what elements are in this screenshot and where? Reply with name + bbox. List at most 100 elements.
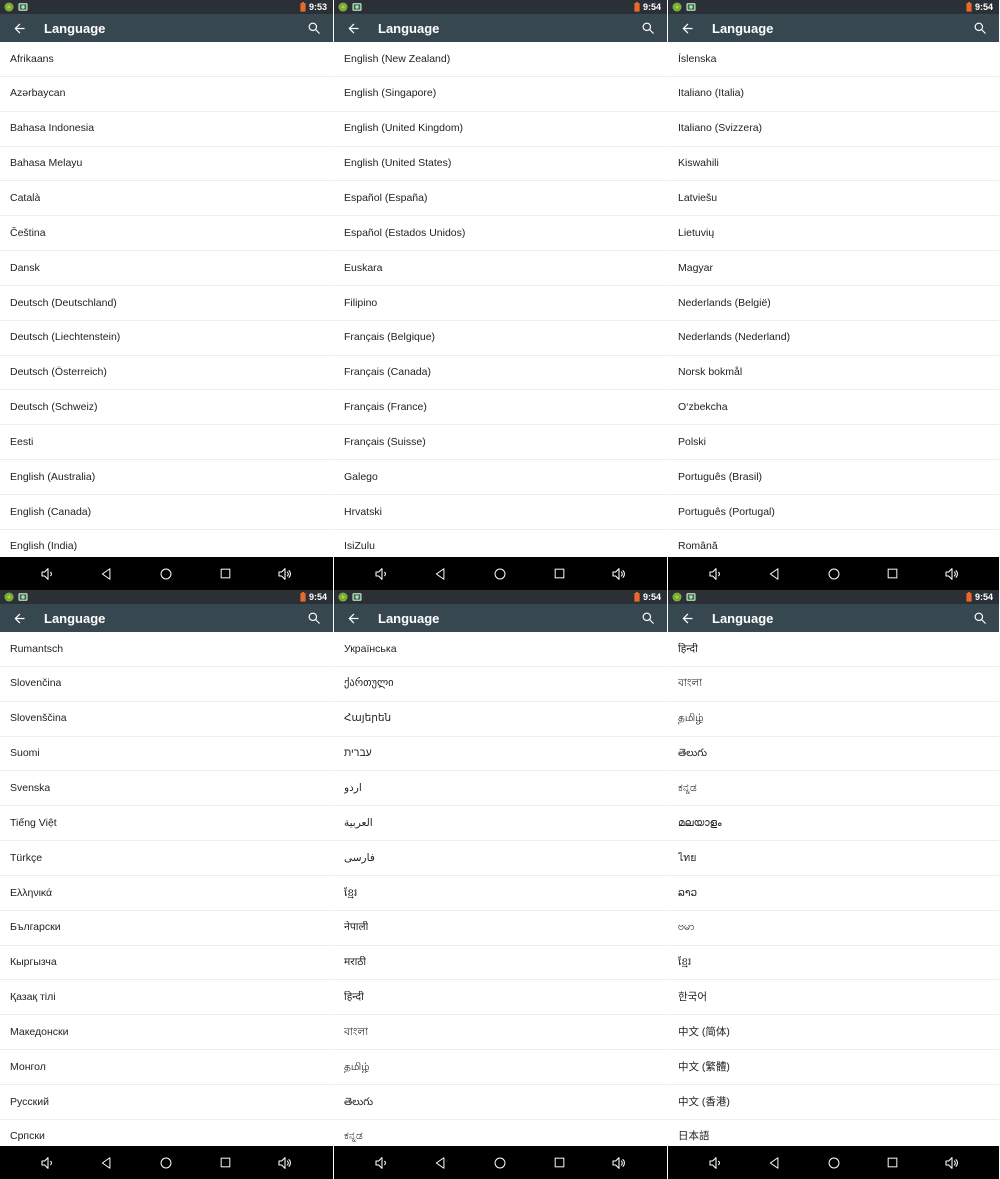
list-item[interactable]: Português (Portugal) bbox=[668, 494, 999, 530]
list-item[interactable]: हिन्दी bbox=[668, 632, 999, 667]
volume-up-button[interactable] bbox=[939, 1150, 965, 1176]
volume-down-button[interactable] bbox=[35, 1150, 61, 1176]
search-button[interactable] bbox=[305, 609, 323, 627]
list-item[interactable]: Монгол bbox=[0, 1050, 333, 1085]
back-button[interactable] bbox=[10, 19, 28, 37]
list-item[interactable]: English (India) bbox=[0, 529, 333, 557]
list-item[interactable]: தமிழ் bbox=[334, 1050, 667, 1085]
list-item[interactable]: Tiếng Việt bbox=[0, 806, 333, 842]
list-item[interactable]: English (New Zealand) bbox=[334, 42, 667, 77]
list-item[interactable]: Français (Belgique) bbox=[334, 320, 667, 356]
list-item[interactable]: ಕನ್ನಡ bbox=[334, 1119, 667, 1146]
list-item[interactable]: فارسی bbox=[334, 841, 667, 876]
list-item[interactable]: Nederlands (Nederland) bbox=[668, 320, 999, 356]
nav-back-button[interactable] bbox=[94, 1150, 120, 1176]
list-item[interactable]: 中文 (香港) bbox=[668, 1084, 999, 1120]
list-item[interactable]: বাংলা bbox=[334, 1015, 667, 1051]
list-item[interactable]: Hrvatski bbox=[334, 494, 667, 530]
list-item[interactable]: Svenska bbox=[0, 771, 333, 807]
nav-recents-button[interactable] bbox=[213, 561, 239, 587]
search-button[interactable] bbox=[639, 19, 657, 37]
nav-home-button[interactable] bbox=[153, 1150, 179, 1176]
list-item[interactable]: Српски bbox=[0, 1119, 333, 1146]
list-item[interactable]: O‘zbekcha bbox=[668, 390, 999, 426]
list-item[interactable]: తెలుగు bbox=[668, 736, 999, 772]
back-button[interactable] bbox=[10, 609, 28, 627]
list-item[interactable]: Slovenščina bbox=[0, 701, 333, 737]
list-item[interactable]: Deutsch (Liechtenstein) bbox=[0, 320, 333, 356]
language-list-1[interactable]: Afrikaans Azərbaycan Bahasa Indonesia Bahas… bbox=[0, 42, 333, 557]
list-item[interactable]: Euskara bbox=[334, 251, 667, 286]
back-button[interactable] bbox=[344, 19, 362, 37]
nav-back-button[interactable] bbox=[428, 1150, 454, 1176]
list-item[interactable]: English (Singapore) bbox=[334, 76, 667, 112]
volume-up-button[interactable] bbox=[606, 1150, 632, 1176]
list-item[interactable]: नेपाली bbox=[334, 910, 667, 946]
nav-home-button[interactable] bbox=[487, 1150, 513, 1176]
list-item[interactable]: Bahasa Melayu bbox=[0, 146, 333, 182]
nav-recents-button[interactable] bbox=[213, 1150, 239, 1176]
nav-home-button[interactable] bbox=[487, 561, 513, 587]
list-item[interactable]: Українська bbox=[334, 632, 667, 667]
list-item[interactable]: Español (España) bbox=[334, 181, 667, 217]
list-item[interactable]: ไทย bbox=[668, 841, 999, 876]
nav-recents-button[interactable] bbox=[880, 1150, 906, 1176]
language-list-4[interactable]: Rumantsch Slovenčina Slovenščina Suomi Svens… bbox=[0, 632, 333, 1146]
list-item[interactable]: 中文 (繁體) bbox=[668, 1050, 999, 1085]
list-item[interactable]: Қазақ тілі bbox=[0, 980, 333, 1016]
list-item[interactable]: Türkçe bbox=[0, 841, 333, 876]
list-item[interactable]: Latviešu bbox=[668, 181, 999, 217]
back-button[interactable] bbox=[678, 609, 696, 627]
language-list-5[interactable]: Українська ქართული Հայերեն עברית اردو العربية… bbox=[334, 632, 667, 1146]
list-item[interactable]: Español (Estados Unidos) bbox=[334, 216, 667, 252]
list-item[interactable]: Македонски bbox=[0, 1015, 333, 1051]
list-item[interactable]: Lietuvių bbox=[668, 216, 999, 252]
list-item[interactable]: Deutsch (Schweiz) bbox=[0, 390, 333, 426]
list-item[interactable]: Français (France) bbox=[334, 390, 667, 426]
list-item[interactable]: Deutsch (Deutschland) bbox=[0, 285, 333, 321]
language-list-6[interactable]: हिन्दी বাংলা தமிழ் తెలుగు ಕನ್ನಡ മലയാളം ไทย ລາວ ဗ… bbox=[668, 632, 999, 1146]
list-item[interactable]: ລາວ bbox=[668, 875, 999, 911]
list-item[interactable]: Íslenska bbox=[668, 42, 999, 77]
list-item[interactable]: Հայերեն bbox=[334, 701, 667, 737]
list-item[interactable]: Italiano (Italia) bbox=[668, 76, 999, 112]
list-item[interactable]: 한국어 bbox=[668, 980, 999, 1016]
nav-back-button[interactable] bbox=[762, 1150, 788, 1176]
list-item[interactable]: Galego bbox=[334, 460, 667, 495]
search-button[interactable] bbox=[305, 19, 323, 37]
list-item[interactable]: Kiswahili bbox=[668, 146, 999, 182]
list-item[interactable]: Català bbox=[0, 181, 333, 217]
volume-down-button[interactable] bbox=[703, 561, 729, 587]
nav-home-button[interactable] bbox=[821, 1150, 847, 1176]
nav-recents-button[interactable] bbox=[880, 561, 906, 587]
list-item[interactable]: English (Canada) bbox=[0, 494, 333, 530]
list-item[interactable]: Română bbox=[668, 529, 999, 557]
volume-down-button[interactable] bbox=[35, 561, 61, 587]
nav-back-button[interactable] bbox=[428, 561, 454, 587]
volume-up-button[interactable] bbox=[272, 561, 298, 587]
nav-home-button[interactable] bbox=[153, 561, 179, 587]
list-item[interactable]: Français (Suisse) bbox=[334, 425, 667, 461]
list-item[interactable]: Čeština bbox=[0, 216, 333, 252]
back-button[interactable] bbox=[344, 609, 362, 627]
list-item[interactable]: Italiano (Svizzera) bbox=[668, 111, 999, 147]
search-button[interactable] bbox=[971, 19, 989, 37]
list-item[interactable]: Suomi bbox=[0, 736, 333, 772]
list-item[interactable]: Rumantsch bbox=[0, 632, 333, 667]
list-item[interactable]: বাংলা bbox=[668, 666, 999, 702]
list-item[interactable]: اردو bbox=[334, 771, 667, 807]
list-item[interactable]: Filipino bbox=[334, 285, 667, 321]
list-item[interactable]: मराठी bbox=[334, 945, 667, 981]
list-item[interactable]: Nederlands (België) bbox=[668, 285, 999, 321]
search-button[interactable] bbox=[971, 609, 989, 627]
list-item[interactable]: English (United Kingdom) bbox=[334, 111, 667, 147]
volume-up-button[interactable] bbox=[606, 561, 632, 587]
volume-up-button[interactable] bbox=[939, 561, 965, 587]
language-list-3[interactable]: Íslenska Italiano (Italia) Italiano (Svizz… bbox=[668, 42, 999, 557]
list-item[interactable]: Magyar bbox=[668, 251, 999, 286]
list-item[interactable]: తెలుగు bbox=[334, 1084, 667, 1120]
list-item[interactable]: Русский bbox=[0, 1084, 333, 1120]
list-item[interactable]: हिन्दी bbox=[334, 980, 667, 1016]
list-item[interactable]: Deutsch (Österreich) bbox=[0, 355, 333, 391]
list-item[interactable]: 中文 (简体) bbox=[668, 1015, 999, 1051]
